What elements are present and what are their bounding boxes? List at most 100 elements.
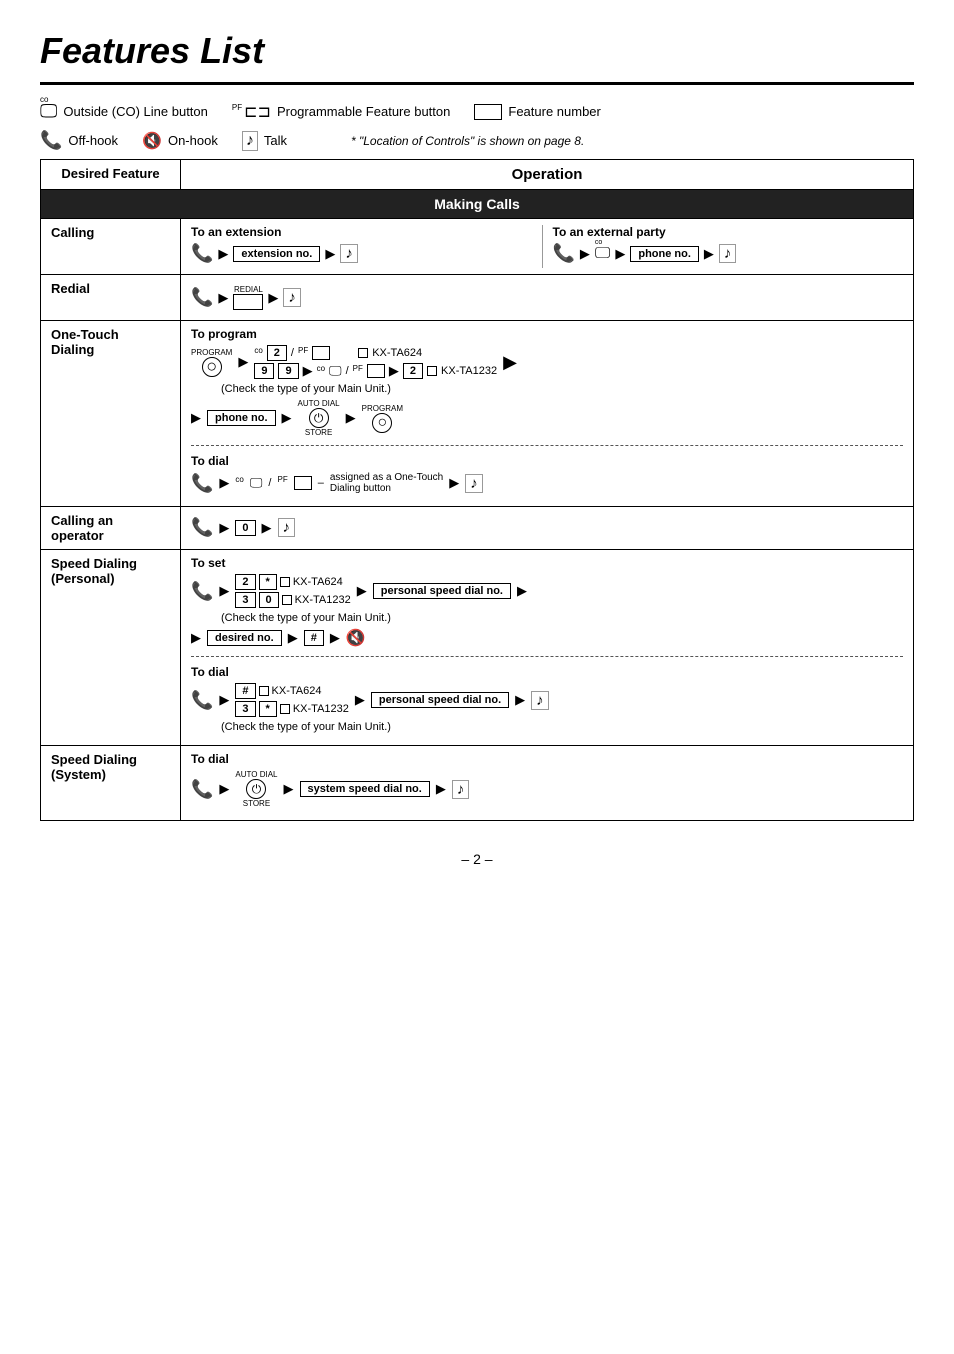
talk-sym-7: ♪: [452, 780, 470, 799]
to-dial-label-2: To dial: [191, 665, 903, 679]
talk-sym-5: ♪: [278, 518, 296, 537]
dashed-divider-2: [191, 656, 903, 657]
zero-btn: 0: [235, 520, 255, 536]
phone-no-btn-2: phone no.: [207, 410, 276, 426]
feature-speed-system: Speed Dialing(System): [41, 746, 181, 821]
note-legend: * "Location of Controls" is shown on pag…: [311, 134, 584, 148]
feature-speed-personal: Speed Dialing(Personal): [41, 550, 181, 746]
legend-row-2: 📞 Off-hook 🔇 On-hook ♪ Talk * "Location …: [40, 130, 914, 151]
arrow-2: ▶: [325, 246, 335, 262]
offhook-sym-5: 📞: [191, 517, 213, 538]
table-row: Calling anoperator 📞 ▶ 0 ▶ ♪: [41, 507, 914, 550]
talk-label: Talk: [264, 133, 287, 148]
kx-ta1232-check-3: [280, 704, 290, 714]
kx-ta1232-label-2: KX-TA1232: [295, 594, 351, 606]
redial-box: [233, 294, 263, 310]
co-line-legend: co 🖵 Outside (CO) Line button: [40, 101, 208, 122]
feature-calling: Calling: [41, 219, 181, 275]
offhook-sym-3: 📞: [191, 287, 213, 308]
onhook-label: On-hook: [168, 133, 218, 148]
features-table: Desired Feature Operation Making Calls C…: [40, 159, 914, 821]
dialing-btn-label: Dialing button: [330, 483, 443, 494]
feature-number-box: [474, 104, 502, 120]
col-operation-header: Operation: [181, 160, 914, 190]
onhook-icon: 🔇: [142, 131, 162, 151]
personal-speed-no-btn-2: personal speed dial no.: [371, 692, 509, 708]
to-set-label: To set: [191, 556, 903, 570]
page-number: – 2 –: [40, 851, 914, 867]
kx-ta624-check-1: [358, 348, 368, 358]
talk-sym-3: ♪: [283, 288, 301, 307]
talk-sym-2: ♪: [719, 244, 737, 263]
offhook-sym-2: 📞: [553, 243, 575, 264]
extension-no-btn: extension no.: [233, 246, 320, 262]
table-row: Speed Dialing(Personal) To set 📞 ▶ 2 * K…: [41, 550, 914, 746]
feature-number-legend: Feature number: [474, 104, 601, 120]
feature-number-label: Feature number: [508, 104, 601, 119]
kx-ta1232-label-1: KX-TA1232: [441, 365, 497, 377]
check-main-unit-2: (Check the type of your Main Unit.): [221, 612, 903, 624]
kx-ta624-label-3: KX-TA624: [272, 685, 322, 697]
kx-ta1232-check-2: [282, 595, 292, 605]
hash-btn-1: #: [304, 630, 324, 646]
table-row: Calling To an extension 📞 ▶ extension no…: [41, 219, 914, 275]
talk-legend: ♪ Talk: [242, 131, 287, 151]
title-divider: [40, 82, 914, 85]
desired-no-btn: desired no.: [207, 630, 282, 646]
offhook-label: Off-hook: [68, 133, 118, 148]
check-main-unit-1: (Check the type of your Main Unit.): [221, 383, 903, 395]
op-speed-system: To dial 📞 ▶ AUTO DIAL ⏻ STORE ▶ system s…: [181, 746, 914, 821]
op-one-touch: To program PROGRAM ○ ▶ co 2 / P: [181, 321, 914, 507]
pf-icon: PF ⊏⊐: [232, 102, 271, 122]
offhook-icon: 📞: [40, 130, 62, 151]
onhook-sym-1: 🔇: [346, 628, 366, 648]
making-calls-header: Making Calls: [41, 190, 914, 219]
personal-speed-no-btn-1: personal speed dial no.: [373, 583, 511, 599]
table-row: Redial 📞 ▶ REDIAL ▶ ♪: [41, 275, 914, 321]
to-extension-label: To an extension: [191, 225, 536, 239]
offhook-sym-8: 📞: [191, 779, 213, 800]
op-calling: To an extension 📞 ▶ extension no. ▶ ♪ To…: [181, 219, 914, 275]
assigned-label: assigned as a One-Touch: [330, 472, 443, 483]
check-main-unit-3: (Check the type of your Main Unit.): [221, 721, 903, 733]
note-text: * "Location of Controls" is shown on pag…: [351, 134, 584, 148]
col-feature-header: Desired Feature: [41, 160, 181, 190]
table-row: Speed Dialing(System) To dial 📞 ▶ AUTO D…: [41, 746, 914, 821]
co-line-label: Outside (CO) Line button: [63, 104, 208, 119]
talk-sym-6: ♪: [531, 691, 549, 710]
op-operator: 📞 ▶ 0 ▶ ♪: [181, 507, 914, 550]
pf-label: Programmable Feature button: [277, 104, 450, 119]
dashed-divider-1: [191, 445, 903, 446]
feature-operator: Calling anoperator: [41, 507, 181, 550]
pf-legend: PF ⊏⊐ Programmable Feature button: [232, 102, 450, 122]
system-speed-no-btn: system speed dial no.: [300, 781, 430, 797]
op-redial: 📞 ▶ REDIAL ▶ ♪: [181, 275, 914, 321]
co-sym: co🖵: [595, 245, 610, 263]
arrow-1: ▶: [218, 246, 228, 262]
kx-ta624-label-2: KX-TA624: [293, 576, 343, 588]
talk-icon: ♪: [242, 131, 258, 151]
offhook-sym-7: 📞: [191, 690, 213, 711]
to-program-label: To program: [191, 327, 903, 341]
talk-sym-4: ♪: [465, 474, 483, 493]
table-row: One-TouchDialing To program PROGRAM ○ ▶ …: [41, 321, 914, 507]
co-line-icon: co 🖵: [40, 101, 57, 122]
to-dial-label-1: To dial: [191, 454, 903, 468]
feature-redial: Redial: [41, 275, 181, 321]
to-external-label: To an external party: [553, 225, 898, 239]
talk-sym-1: ♪: [340, 244, 358, 263]
offhook-sym-1: 📞: [191, 243, 213, 264]
kx-ta624-check-3: [259, 686, 269, 696]
offhook-sym-6: 📞: [191, 581, 213, 602]
to-dial-label-3: To dial: [191, 752, 903, 766]
kx-ta624-label-1: KX-TA624: [372, 347, 422, 359]
page-title: Features List: [40, 30, 914, 72]
feature-one-touch: One-TouchDialing: [41, 321, 181, 507]
kx-ta1232-check-1: [427, 366, 437, 376]
onhook-legend: 🔇 On-hook: [142, 131, 218, 151]
op-speed-personal: To set 📞 ▶ 2 * KX-TA624 3: [181, 550, 914, 746]
offhook-legend: 📞 Off-hook: [40, 130, 118, 151]
legend-row-1: co 🖵 Outside (CO) Line button PF ⊏⊐ Prog…: [40, 101, 914, 122]
kx-ta624-check-2: [280, 577, 290, 587]
phone-no-btn: phone no.: [630, 246, 699, 262]
